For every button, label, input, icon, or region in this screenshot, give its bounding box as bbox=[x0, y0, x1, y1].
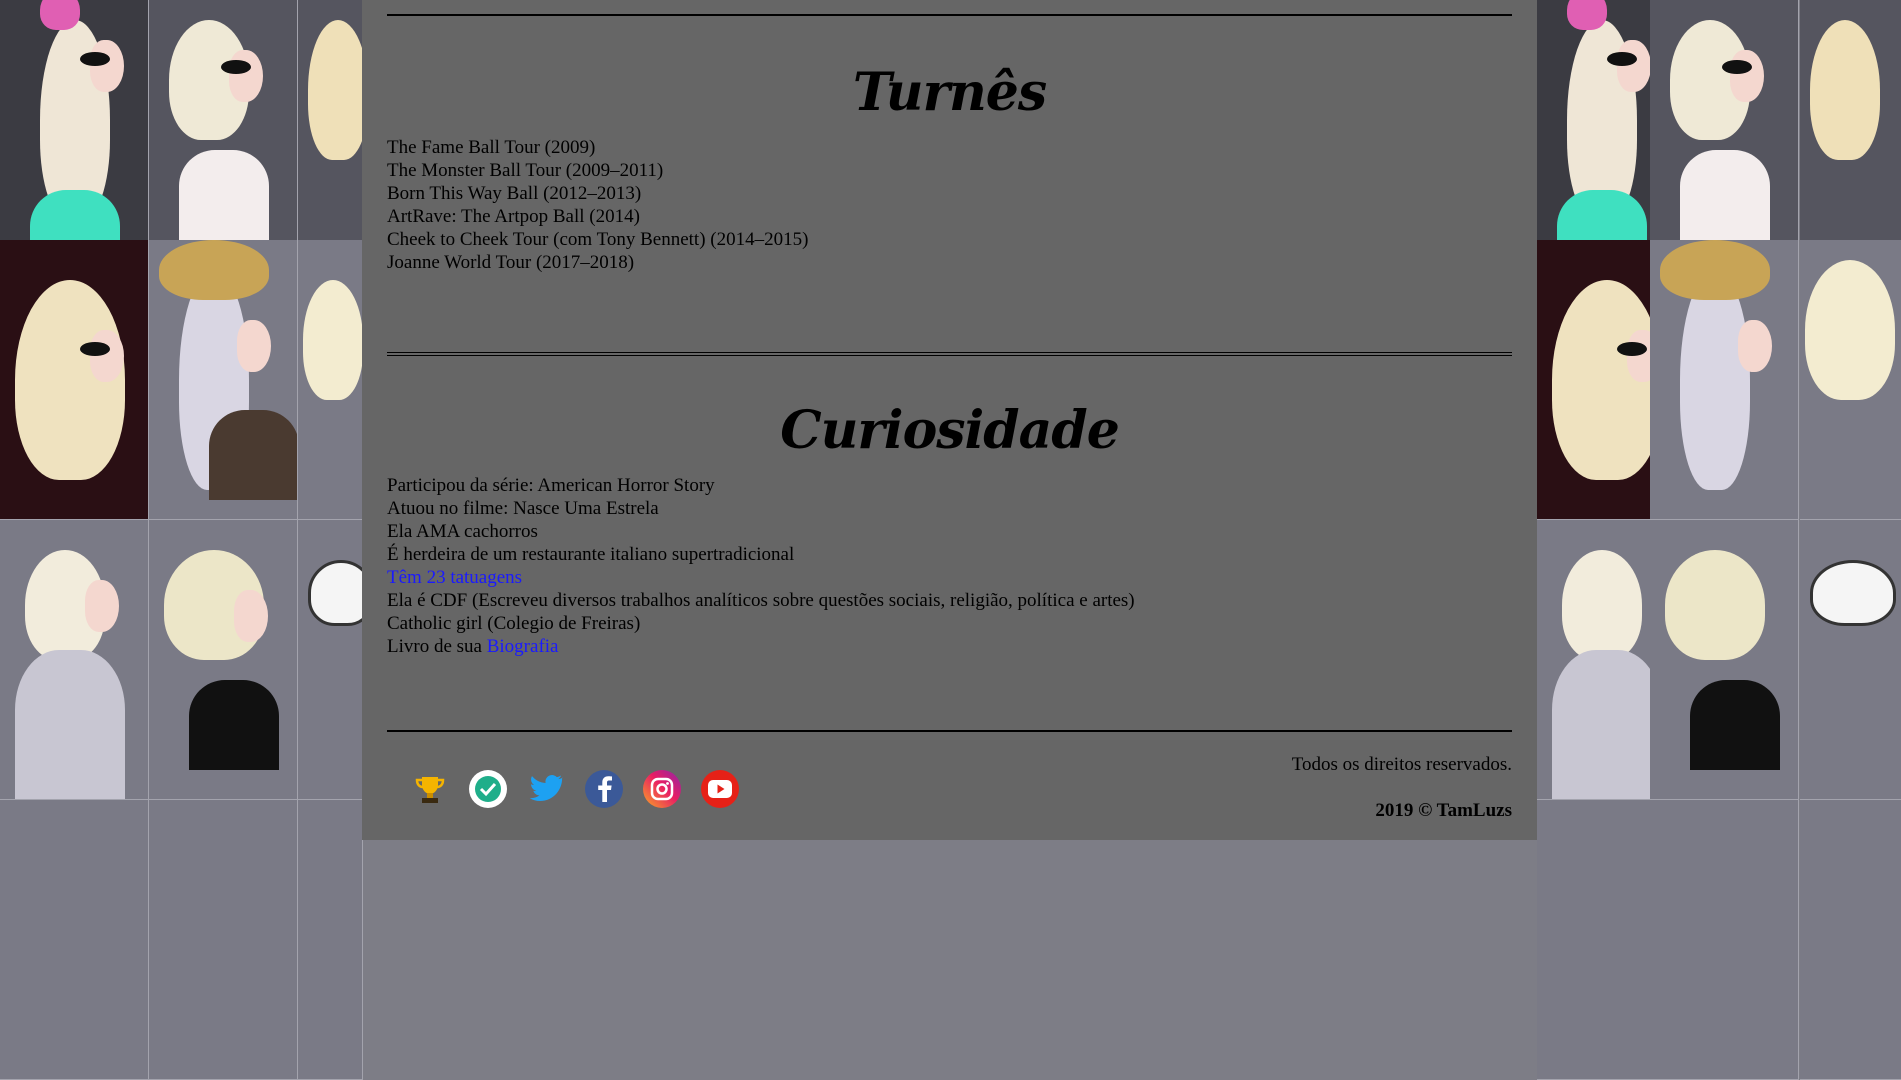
youtube-icon[interactable] bbox=[701, 770, 739, 808]
tattoos-link[interactable]: Têm 23 tatuagens bbox=[387, 567, 522, 588]
divider bbox=[387, 14, 1512, 16]
list-item: Born This Way Ball (2012–2013) bbox=[387, 183, 642, 204]
list-item: Cheek to Cheek Tour (com Tony Bennett) (… bbox=[387, 229, 809, 250]
verified-check-icon[interactable] bbox=[469, 770, 507, 808]
illustration-tile bbox=[298, 800, 363, 1080]
illustration-tile bbox=[149, 800, 298, 1080]
facebook-icon[interactable] bbox=[585, 770, 623, 808]
instagram-icon[interactable] bbox=[643, 770, 681, 808]
illustration-tile bbox=[149, 240, 298, 520]
illustration-tile bbox=[298, 520, 363, 800]
illustration-tile bbox=[0, 240, 149, 520]
social-icons bbox=[411, 770, 739, 808]
illustration-tile bbox=[1800, 0, 1901, 280]
list-item: Ela é CDF (Escreveu diversos trabalhos a… bbox=[387, 590, 1135, 611]
divider bbox=[387, 352, 1512, 356]
illustration-tile bbox=[1650, 0, 1799, 280]
illustration-tile bbox=[1650, 240, 1799, 520]
twitter-icon[interactable] bbox=[527, 770, 565, 808]
book-prefix: Livro de sua bbox=[387, 636, 482, 657]
list-item: Catholic girl (Colegio de Freiras) bbox=[387, 613, 641, 634]
illustration-tile bbox=[0, 0, 149, 280]
tours-section: Turnês The Fame Ball Tour (2009) The Mon… bbox=[387, 62, 1512, 274]
list-item: Livro de sua Biografia bbox=[387, 635, 1512, 658]
list-item: ArtRave: The Artpop Ball (2014) bbox=[387, 206, 640, 227]
content-panel: Turnês The Fame Ball Tour (2009) The Mon… bbox=[362, 0, 1537, 840]
illustration-tile bbox=[0, 800, 149, 1080]
illustration-tile bbox=[1800, 240, 1901, 520]
tours-title: Turnês bbox=[852, 62, 1047, 123]
illustration-tile bbox=[1650, 520, 1799, 800]
trivia-list: Participou da série: American Horror Sto… bbox=[387, 474, 1512, 658]
illustration-tile bbox=[1800, 800, 1901, 1080]
rights-text: Todos os direitos reservados. bbox=[1291, 754, 1512, 775]
list-item: Joanne World Tour (2017–2018) bbox=[387, 252, 635, 273]
illustration-tile bbox=[1650, 800, 1799, 1080]
list-item: The Monster Ball Tour (2009–2011) bbox=[387, 160, 664, 181]
trivia-title: Curiosidade bbox=[780, 400, 1120, 461]
list-item: The Fame Ball Tour (2009) bbox=[387, 137, 596, 158]
illustration-tile bbox=[298, 240, 363, 520]
list-item: Ela AMA cachorros bbox=[387, 521, 538, 542]
list-item: Têm 23 tatuagens bbox=[387, 566, 1512, 589]
tours-list: The Fame Ball Tour (2009) The Monster Ba… bbox=[387, 136, 1512, 274]
illustration-tile bbox=[149, 520, 298, 800]
biography-link[interactable]: Biografia bbox=[487, 636, 559, 657]
illustration-tile bbox=[1800, 520, 1901, 800]
list-item: Participou da série: American Horror Sto… bbox=[387, 475, 715, 496]
illustration-tile bbox=[0, 520, 149, 800]
divider bbox=[387, 730, 1512, 732]
illustration-tile bbox=[149, 0, 298, 280]
list-item: Atuou no filme: Nasce Uma Estrela bbox=[387, 498, 659, 519]
list-item: É herdeira de um restaurante italiano su… bbox=[387, 544, 795, 565]
illustration-tile bbox=[298, 0, 363, 280]
copyright-text: 2019 © TamLuzs bbox=[1375, 800, 1512, 821]
trivia-section: Curiosidade Participou da série: America… bbox=[387, 400, 1512, 658]
trophy-icon[interactable] bbox=[411, 770, 449, 808]
